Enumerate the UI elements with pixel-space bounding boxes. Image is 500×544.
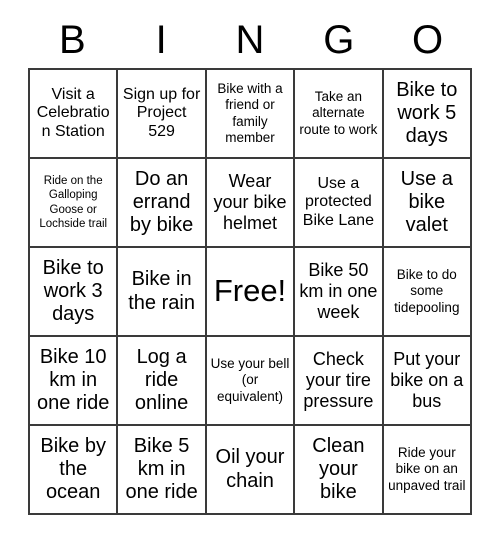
bingo-square-label: Bike 50 km in one week <box>299 260 378 322</box>
bingo-square[interactable]: Bike with a friend or family member <box>206 70 296 159</box>
bingo-square-label: Take an alternate route to work <box>299 89 378 137</box>
bingo-square[interactable]: Log a ride online <box>118 337 207 426</box>
bingo-square-label: Bike 10 km in one ride <box>37 345 110 415</box>
bingo-square[interactable]: Bike 50 km in one week <box>295 248 384 337</box>
bingo-square[interactable]: Bike by the ocean <box>30 426 119 515</box>
bingo-square-label: Sign up for Project 529 <box>122 85 201 140</box>
bingo-header-letter-i: I <box>155 18 167 62</box>
bingo-header-letter-o: O <box>412 18 444 62</box>
bingo-square[interactable]: Clean your bike <box>295 426 384 515</box>
bingo-square[interactable]: Visit a Celebration Station <box>30 70 119 159</box>
bingo-square-label: Bike 5 km in one ride <box>125 434 198 504</box>
bingo-square-label: Use a protected Bike Lane <box>302 174 374 229</box>
bingo-square[interactable]: Bike to do some tidepooling <box>383 248 472 337</box>
bingo-square[interactable]: Take an alternate route to work <box>295 70 384 159</box>
bingo-square-label: Bike with a friend or family member <box>217 81 283 145</box>
bingo-square[interactable]: Do an errand by bike <box>118 159 207 248</box>
bingo-square[interactable]: Wear your bike helmet <box>206 159 296 248</box>
bingo-square-label: Bike to do some tidepooling <box>394 267 460 315</box>
bingo-square-label: Clean your bike <box>312 434 365 504</box>
bingo-square-label: Visit a Celebration Station <box>36 85 110 140</box>
bingo-square-label: Log a ride online <box>134 345 189 415</box>
bingo-square[interactable]: Oil your chain <box>206 426 296 515</box>
bingo-header-letter-b: B <box>59 18 86 62</box>
bingo-header-row: B I N G O <box>28 12 472 68</box>
bingo-square-label: Do an errand by bike <box>129 167 194 237</box>
bingo-square-label: Check your tire pressure <box>303 349 374 411</box>
bingo-square-label: Use a bike valet <box>400 167 453 237</box>
bingo-square-label: Bike in the rain <box>128 268 195 314</box>
bingo-square[interactable]: Check your tire pressure <box>295 337 384 426</box>
bingo-square[interactable]: Bike in the rain <box>118 248 207 337</box>
bingo-square-label: Oil your chain <box>215 446 285 492</box>
bingo-square[interactable]: Use your bell (or equivalent) <box>206 337 296 426</box>
bingo-square[interactable]: Put your bike on a bus <box>383 337 472 426</box>
bingo-square-label: Bike by the ocean <box>40 434 106 504</box>
bingo-square-label: Ride your bike on an unpaved trail <box>388 445 466 493</box>
bingo-square-label: Ride on the Galloping Goose or Lochside … <box>39 174 108 230</box>
bingo-grid: Visit a Celebration Station Sign up for P… <box>28 68 472 515</box>
bingo-square[interactable]: Use a protected Bike Lane <box>295 159 384 248</box>
bingo-square-label: Wear your bike helmet <box>213 171 287 233</box>
bingo-square[interactable]: Bike 5 km in one ride <box>118 426 207 515</box>
bingo-square-label: Put your bike on a bus <box>390 349 464 411</box>
bingo-free-space[interactable]: Free! <box>206 248 296 337</box>
bingo-square-label: Free! <box>213 273 287 309</box>
bingo-square-label: Use your bell (or equivalent) <box>210 356 290 404</box>
bingo-square[interactable]: Bike to work 3 days <box>30 248 119 337</box>
bingo-square[interactable]: Use a bike valet <box>383 159 472 248</box>
bingo-square[interactable]: Bike 10 km in one ride <box>30 337 119 426</box>
bingo-square[interactable]: Bike to work 5 days <box>383 70 472 159</box>
bingo-square-label: Bike to work 5 days <box>396 78 458 148</box>
bingo-square[interactable]: Ride your bike on an unpaved trail <box>383 426 472 515</box>
bingo-header-letter-g: G <box>323 18 355 62</box>
bingo-square-label: Bike to work 3 days <box>42 256 104 326</box>
bingo-square[interactable]: Sign up for Project 529 <box>118 70 207 159</box>
bingo-square[interactable]: Ride on the Galloping Goose or Lochside … <box>30 159 119 248</box>
bingo-card: B I N G O Visit a Celebration Station Sig… <box>0 0 500 544</box>
bingo-header-letter-n: N <box>235 18 265 62</box>
